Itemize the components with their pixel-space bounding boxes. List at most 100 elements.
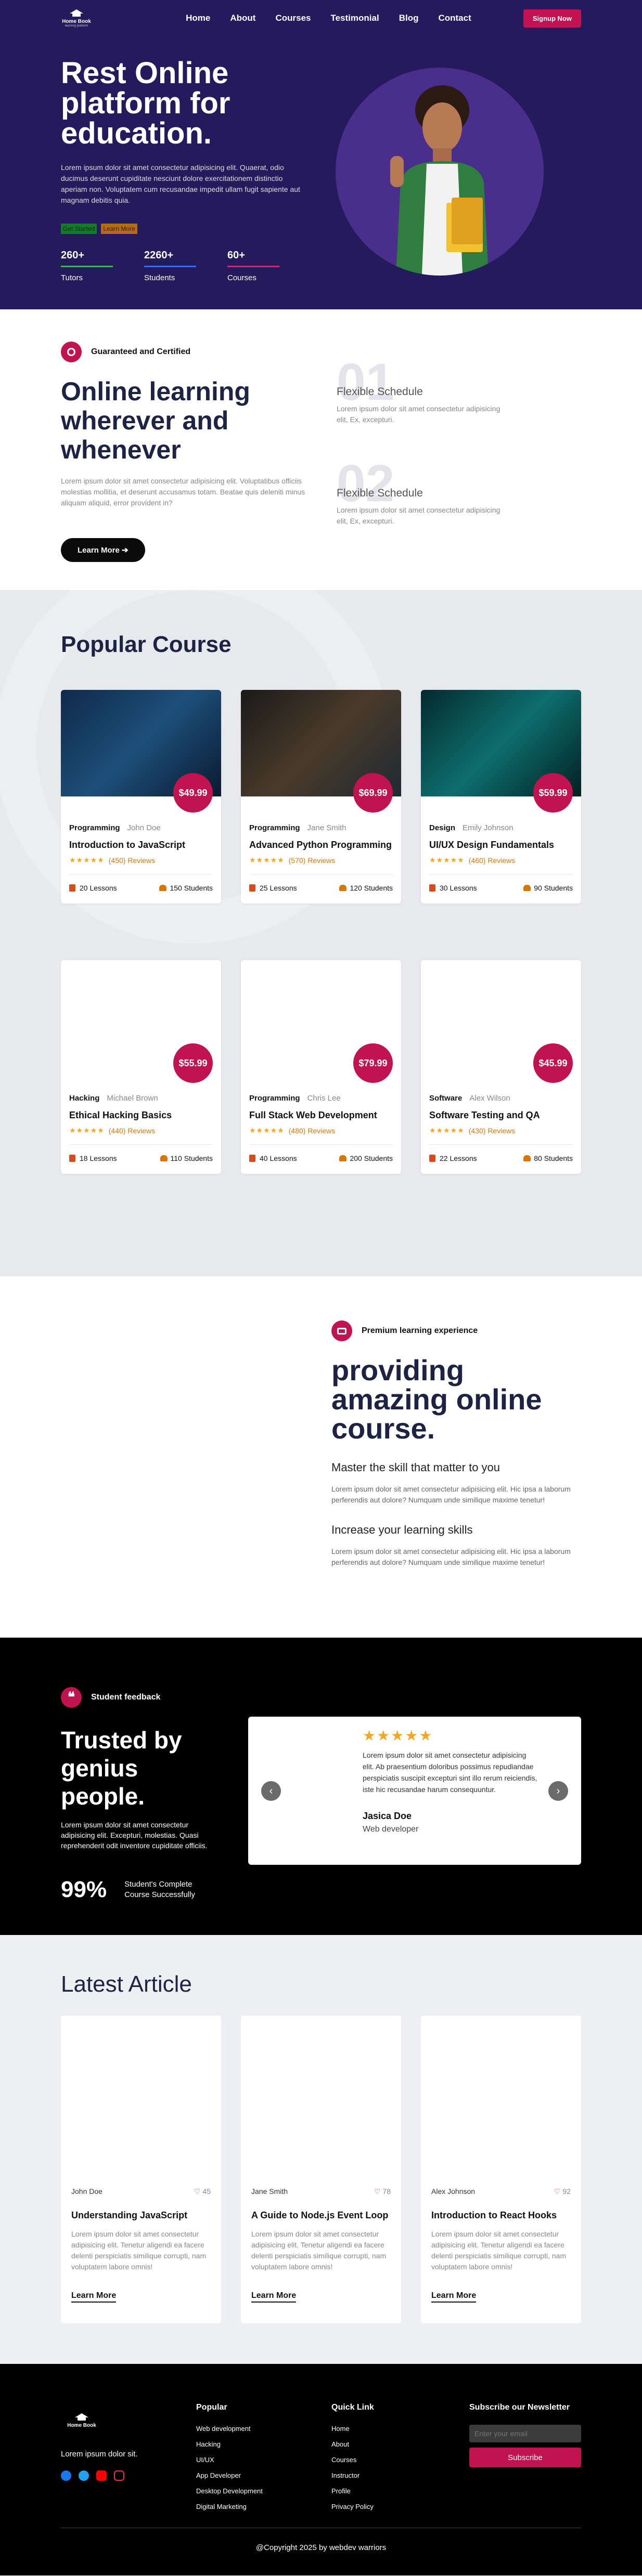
lessons-count: 40 Lessons xyxy=(260,1154,297,1162)
hero-section: Home Book learning platform Home About C… xyxy=(0,0,642,309)
course-card[interactable]: $79.99 Programming Chris Lee Full Stack W… xyxy=(241,960,401,1174)
students-count: 200 Students xyxy=(350,1154,393,1162)
heart-icon[interactable]: ♡ xyxy=(554,2187,561,2195)
course-author: Emily Johnson xyxy=(463,823,513,832)
nav-link-testimonial[interactable]: Testimonial xyxy=(330,13,379,23)
arrow-right-icon: ➔ xyxy=(122,546,129,555)
stat-underline xyxy=(227,266,279,267)
heart-icon[interactable]: ♡ xyxy=(374,2187,381,2195)
step-number: 02 xyxy=(337,454,395,513)
logo[interactable]: Home Book learning platform xyxy=(61,9,92,28)
footer-link[interactable]: App Developer xyxy=(196,2472,263,2479)
nav-link-home[interactable]: Home xyxy=(186,13,210,23)
premium-badge: Premium learning experience xyxy=(331,1320,581,1341)
reviewer-name: Jasica Doe xyxy=(363,1811,412,1821)
article-card[interactable]: Jane Smith ♡ 78 A Guide to Node.js Event … xyxy=(241,2016,401,2323)
certified-badge: Guaranteed and Certified xyxy=(61,342,190,362)
nav-link-contact[interactable]: Contact xyxy=(438,13,471,23)
course-category: Programming xyxy=(249,823,300,832)
footer-link[interactable]: Hacking xyxy=(196,2440,263,2448)
footer-quick-links-column: Quick Link Home About Courses Instructor… xyxy=(331,2403,374,2518)
article-card[interactable]: Alex Johnson ♡ 92 Introduction to React H… xyxy=(421,2016,581,2323)
rating-stars-icon: ★★★★★ xyxy=(69,1126,105,1134)
footer: Home Book Lorem ipsum dolor sit. Popular… xyxy=(0,2364,642,2575)
learn-more-link[interactable]: Learn More xyxy=(431,2291,477,2303)
testimonial-description: Lorem ipsum dolor sit amet consectetur a… xyxy=(61,1821,208,1850)
instagram-icon[interactable] xyxy=(114,2470,124,2481)
briefcase-icon xyxy=(331,1320,352,1341)
learn-more-link[interactable]: Learn More xyxy=(71,2291,117,2303)
stat-number: 60+ xyxy=(227,250,245,261)
footer-link[interactable]: UI/UX xyxy=(196,2456,263,2464)
step-description: Lorem ipsum dolor sit amet consectetur a… xyxy=(337,404,500,424)
course-card[interactable]: $59.99 Design Emily Johnson UI/UX Design … xyxy=(421,690,581,904)
email-input[interactable] xyxy=(469,2425,581,2442)
chevron-right-icon[interactable]: › xyxy=(548,1781,568,1801)
footer-link[interactable]: Web development xyxy=(196,2425,263,2433)
course-author: Alex Wilson xyxy=(469,1094,510,1103)
course-author: Michael Brown xyxy=(107,1094,158,1103)
features-section: Guaranteed and Certified Online learning… xyxy=(0,309,642,590)
footer-link[interactable]: About xyxy=(331,2440,374,2448)
section-title: Popular Course xyxy=(61,632,232,657)
footer-popular-column: Popular Web development Hacking UI/UX Ap… xyxy=(196,2403,263,2518)
navbar: Home Book learning platform Home About C… xyxy=(61,0,581,36)
course-author: John Doe xyxy=(127,823,161,832)
students-count: 80 Students xyxy=(534,1154,573,1162)
footer-logo[interactable]: Home Book xyxy=(66,2413,97,2428)
review-count: (570) Reviews xyxy=(288,856,336,865)
footer-link[interactable]: Profile xyxy=(331,2487,374,2495)
course-category: Software xyxy=(429,1094,463,1103)
learn-more-button[interactable]: Learn More ➔ xyxy=(61,538,145,562)
get-started-button[interactable]: Get Started xyxy=(61,224,97,234)
step-description: Lorem ipsum dolor sit amet consectetur a… xyxy=(337,506,500,525)
stat-label: Courses xyxy=(227,273,256,282)
course-card[interactable]: $45.99 Software Alex Wilson Software Test… xyxy=(421,960,581,1174)
badge-label: Premium learning experience xyxy=(362,1326,478,1335)
footer-link[interactable]: Digital Marketing xyxy=(196,2503,263,2510)
course-author: Jane Smith xyxy=(307,823,346,832)
nav-link-about[interactable]: About xyxy=(230,13,255,23)
book-icon xyxy=(69,1155,75,1162)
stat-tutors: 260+ Tutors xyxy=(61,250,113,282)
facebook-icon[interactable] xyxy=(61,2470,71,2481)
heart-icon[interactable]: ♡ xyxy=(194,2187,201,2195)
footer-link[interactable]: Desktop Development xyxy=(196,2487,263,2495)
article-card[interactable]: John Doe ♡ 45 Understanding JavaScript Lo… xyxy=(61,2016,221,2323)
student-illustration xyxy=(390,85,489,276)
stat-underline xyxy=(61,266,113,267)
course-card[interactable]: $69.99 Programming Jane Smith Advanced Py… xyxy=(241,690,401,904)
footer-link[interactable]: Courses xyxy=(331,2456,374,2464)
course-card[interactable]: $55.99 Hacking Michael Brown Ethical Hack… xyxy=(61,960,221,1174)
course-grid: $55.99 Hacking Michael Brown Ethical Hack… xyxy=(61,960,581,1174)
footer-link[interactable]: Instructor xyxy=(331,2472,374,2479)
youtube-icon[interactable] xyxy=(96,2470,107,2481)
signup-button[interactable]: Signup Now xyxy=(523,9,581,28)
like-count: 45 xyxy=(202,2187,211,2195)
experience-item-description: Lorem ipsum dolor sit amet consectetur a… xyxy=(331,1485,571,1504)
students-icon xyxy=(339,885,347,891)
course-category: Hacking xyxy=(69,1094,100,1103)
course-title: Advanced Python Programming xyxy=(249,840,392,850)
testimonial-card: ‹ › ★★★★★ Lorem ipsum dolor sit amet con… xyxy=(248,1717,581,1865)
testimonial-title: Trusted by genius people. xyxy=(61,1727,182,1810)
footer-link[interactable]: Home xyxy=(331,2425,374,2433)
nav-link-courses[interactable]: Courses xyxy=(275,13,311,23)
twitter-icon[interactable] xyxy=(79,2470,89,2481)
learn-more-tag-button[interactable]: Learn More xyxy=(101,224,137,234)
step-title: Flexible Schedule xyxy=(337,487,423,499)
chevron-left-icon[interactable]: ‹ xyxy=(261,1781,281,1801)
footer-link[interactable]: Privacy Policy xyxy=(331,2503,374,2510)
subscribe-button[interactable]: Subscribe xyxy=(469,2448,581,2467)
column-title: Quick Link xyxy=(331,2403,374,2412)
article-excerpt: Lorem ipsum dolor sit amet consectetur a… xyxy=(251,2230,387,2271)
course-card[interactable]: $49.99 Programming John Doe Introduction … xyxy=(61,690,221,904)
learn-more-link[interactable]: Learn More xyxy=(251,2291,297,2303)
stat-underline xyxy=(144,266,196,267)
nav-link-blog[interactable]: Blog xyxy=(399,13,419,23)
experience-section: Premium learning experience providing am… xyxy=(0,1276,642,1638)
course-grid: $49.99 Programming John Doe Introduction … xyxy=(61,690,581,904)
badge-label: Guaranteed and Certified xyxy=(91,347,191,356)
article-excerpt: Lorem ipsum dolor sit amet consectetur a… xyxy=(71,2230,207,2271)
articles-section: Latest Article John Doe ♡ 45 Understandin… xyxy=(0,1935,642,2364)
